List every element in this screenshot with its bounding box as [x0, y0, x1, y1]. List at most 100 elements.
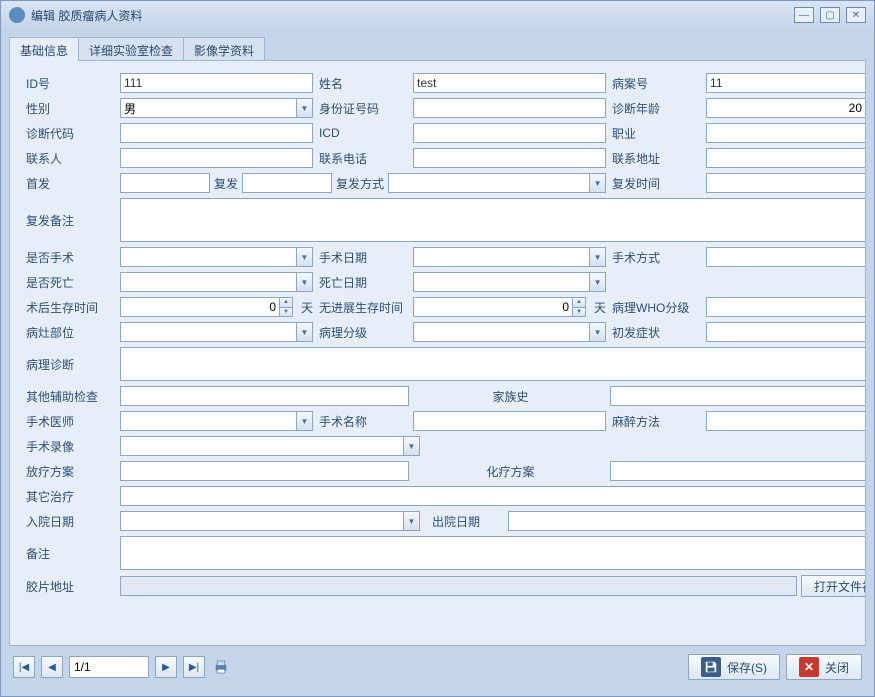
who-combo[interactable]: ▼	[706, 297, 866, 317]
chevron-down-icon[interactable]: ▼	[589, 248, 605, 266]
radio-field[interactable]	[120, 461, 409, 481]
first-sym-combo[interactable]: ▼	[706, 322, 866, 342]
close-window-button[interactable]: ✕	[846, 7, 866, 23]
surg-video-combo[interactable]: ▼	[120, 436, 420, 456]
label-name: 姓名	[317, 75, 409, 92]
label-first-sym: 初发症状	[610, 324, 702, 341]
save-label: 保存(S)	[727, 659, 767, 676]
phone-field[interactable]	[413, 148, 606, 168]
client-area: 基础信息 详细实验室检查 影像学资料 ID号 姓名 病案号 性别 ▼ 身份证号码…	[1, 29, 874, 696]
label-chemo: 化疗方案	[413, 463, 606, 480]
save-button[interactable]: 保存(S)	[688, 654, 780, 680]
app-icon	[9, 7, 25, 23]
surgery-combo[interactable]: ▼	[120, 247, 313, 267]
open-file-view-button[interactable]: 打开文件视图	[801, 575, 866, 597]
page-indicator[interactable]	[69, 656, 149, 678]
label-surg-mode: 手术方式	[610, 249, 702, 266]
label-discharge: 出院日期	[424, 513, 504, 530]
footer: |◀ ◀ ▶ ▶| 保存(S) ✕ 关闭	[9, 646, 866, 688]
chevron-down-icon[interactable]: ▼	[296, 412, 312, 430]
recur-combo[interactable]: ▼	[242, 173, 332, 193]
tab-basic-info[interactable]: 基础信息	[9, 37, 79, 61]
save-icon	[701, 657, 721, 677]
label-surg-name: 手术名称	[317, 413, 409, 430]
other-exam-field[interactable]	[120, 386, 409, 406]
open-file-view-label: 打开文件视图	[814, 578, 866, 595]
name-field[interactable]	[413, 73, 606, 93]
label-surg-date: 手术日期	[317, 249, 409, 266]
postop-surv-stepper[interactable]: ▲▼	[120, 297, 293, 317]
idcard-field[interactable]	[413, 98, 606, 118]
diag-age-stepper[interactable]: ▲▼	[706, 98, 866, 118]
spin-up-icon[interactable]: ▲	[865, 98, 866, 108]
addr-field[interactable]	[706, 148, 866, 168]
chevron-down-icon[interactable]: ▼	[403, 437, 419, 455]
icd-field[interactable]	[413, 123, 606, 143]
anesth-field[interactable]	[706, 411, 866, 431]
window-title: 编辑 胶质瘤病人资料	[31, 7, 788, 24]
minimize-button[interactable]: —	[794, 7, 814, 23]
spin-down-icon[interactable]: ▼	[572, 307, 586, 318]
surg-name-field[interactable]	[413, 411, 606, 431]
fam-hist-field[interactable]	[610, 386, 866, 406]
first-combo[interactable]: ▼	[120, 173, 210, 193]
sex-combo[interactable]: ▼	[120, 98, 313, 118]
pfs-stepper[interactable]: ▲▼	[413, 297, 586, 317]
path-grade-combo[interactable]: ▼	[413, 322, 606, 342]
occupation-combo[interactable]: ▼	[706, 123, 866, 143]
chevron-down-icon[interactable]: ▼	[589, 323, 605, 341]
label-death: 是否死亡	[24, 274, 116, 291]
chevron-down-icon[interactable]: ▼	[589, 273, 605, 291]
prev-page-button[interactable]: ◀	[41, 656, 63, 678]
surgeon-combo[interactable]: ▼	[120, 411, 313, 431]
chevron-down-icon[interactable]: ▼	[296, 273, 312, 291]
recur-note-field[interactable]	[120, 198, 866, 242]
label-anesth: 麻醉方法	[610, 413, 702, 430]
film-addr-field[interactable]	[120, 576, 797, 596]
print-icon[interactable]	[211, 658, 231, 676]
discharge-date-combo[interactable]: ▼	[508, 511, 866, 531]
spin-up-icon[interactable]: ▲	[572, 297, 586, 307]
admit-date-combo[interactable]: ▼	[120, 511, 420, 531]
id-field[interactable]	[120, 73, 313, 93]
recur-time-combo[interactable]: ▼	[706, 173, 866, 193]
chevron-down-icon[interactable]: ▼	[296, 99, 312, 117]
close-button[interactable]: ✕ 关闭	[786, 654, 862, 680]
first-page-button[interactable]: |◀	[13, 656, 35, 678]
chevron-down-icon[interactable]: ▼	[403, 512, 419, 530]
remark-field[interactable]	[120, 536, 866, 570]
label-surgeon: 手术医师	[24, 413, 116, 430]
maximize-button[interactable]: ▢	[820, 7, 840, 23]
death-date-combo[interactable]: ▼	[413, 272, 606, 292]
tab-imaging[interactable]: 影像学资料	[183, 37, 265, 61]
surg-date-combo[interactable]: ▼	[413, 247, 606, 267]
spin-up-icon[interactable]: ▲	[279, 297, 293, 307]
chemo-field[interactable]	[610, 461, 866, 481]
label-who: 病理WHO分级	[610, 299, 702, 316]
next-page-button[interactable]: ▶	[155, 656, 177, 678]
label-path-diag: 病理诊断	[24, 356, 116, 373]
death-combo[interactable]: ▼	[120, 272, 313, 292]
close-icon: ✕	[799, 657, 819, 677]
label-occupation: 职业	[610, 125, 702, 142]
surg-mode-combo[interactable]: ▼	[706, 247, 866, 267]
path-diag-field[interactable]	[120, 347, 866, 381]
other-tx-field[interactable]	[120, 486, 866, 506]
titlebar: 编辑 胶质瘤病人资料 — ▢ ✕	[1, 1, 874, 29]
form: ID号 姓名 病案号 性别 ▼ 身份证号码 诊断年龄 ▲▼ 岁	[24, 73, 851, 597]
caseno-field[interactable]	[706, 73, 866, 93]
diag-code-field[interactable]	[120, 123, 313, 143]
lesion-combo[interactable]: ▼	[120, 322, 313, 342]
spin-down-icon[interactable]: ▼	[865, 108, 866, 119]
label-caseno: 病案号	[610, 75, 702, 92]
spin-down-icon[interactable]: ▼	[279, 307, 293, 318]
contact-field[interactable]	[120, 148, 313, 168]
tab-lab-exam[interactable]: 详细实验室检查	[78, 37, 184, 61]
label-pfs: 无进展生存时间	[317, 299, 409, 316]
last-page-button[interactable]: ▶|	[183, 656, 205, 678]
recur-mode-combo[interactable]: ▼	[388, 173, 606, 193]
chevron-down-icon[interactable]: ▼	[589, 174, 605, 192]
label-death-date: 死亡日期	[317, 274, 409, 291]
chevron-down-icon[interactable]: ▼	[296, 323, 312, 341]
chevron-down-icon[interactable]: ▼	[296, 248, 312, 266]
